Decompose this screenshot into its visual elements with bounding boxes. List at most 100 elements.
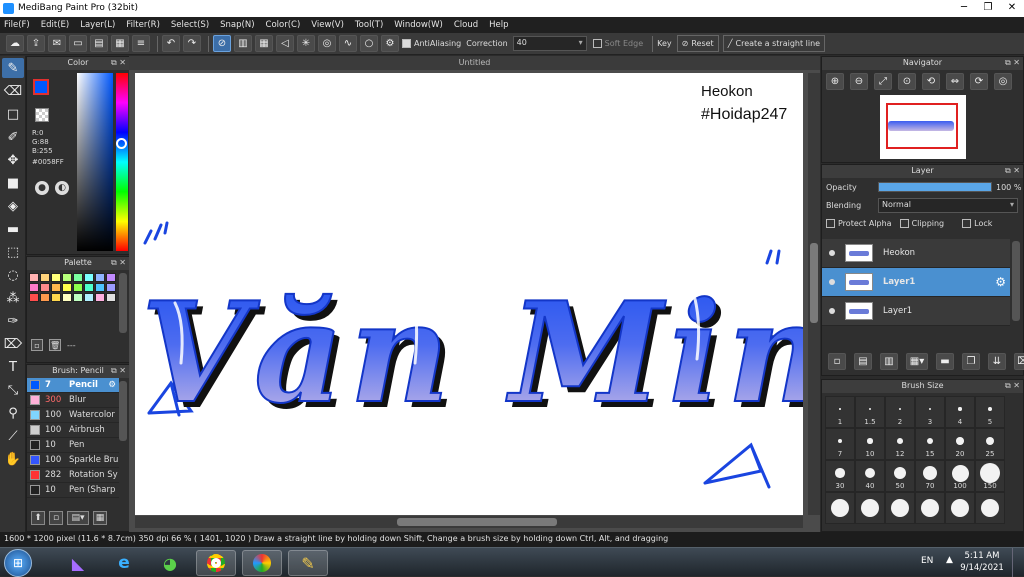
layer-item[interactable]: Heokon [822,239,1010,268]
palette-swatch[interactable] [95,273,105,282]
panel-close-icon[interactable]: ⧉ ✕ [1005,165,1020,177]
zoom-in-icon[interactable]: ⊕ [826,73,844,90]
visibility-eye-icon[interactable] [829,308,835,314]
bucket-tool-icon[interactable]: ◈ [2,196,24,216]
palette-swatch[interactable] [51,273,61,282]
new-palette-icon[interactable]: ▫ [31,339,43,351]
chrome-taskbar-icon[interactable] [196,550,236,576]
menu-color[interactable]: Color(C) [266,20,301,30]
canvas-tab[interactable]: Untitled [129,56,820,70]
brush-size-cell[interactable]: 10 [855,428,885,460]
reset-view-icon[interactable]: ◎ [994,73,1012,90]
hue-slider[interactable] [116,73,128,251]
palette-swatch[interactable] [29,293,39,302]
visibility-eye-icon[interactable] [829,250,835,256]
parallel-snap-icon[interactable]: ▥ [234,35,252,52]
palette-swatch[interactable] [106,283,116,292]
fill-rect-tool-icon[interactable]: ■ [2,173,24,193]
medibang-taskbar-icon[interactable] [242,550,282,576]
brush-size-cell[interactable]: 1 [825,396,855,428]
brush-size-cell[interactable]: 5 [975,396,1005,428]
actual-size-icon[interactable]: ⊙ [898,73,916,90]
brush-size-cell[interactable] [945,492,975,524]
select-rect-tool-icon[interactable]: ⬚ [2,242,24,262]
palette-swatch[interactable] [29,283,39,292]
clock-date[interactable]: 9/14/2021 [960,562,1004,574]
menu-tool[interactable]: Tool(T) [355,20,383,30]
menu-cloud[interactable]: Cloud [454,20,478,30]
list-icon[interactable]: ≡ [132,35,150,52]
brush-size-cell[interactable] [975,492,1005,524]
close-button[interactable]: ✕ [1000,0,1024,17]
brush-tool-icon[interactable]: ✎ [2,58,24,78]
brush-size-cell[interactable]: 15 [915,428,945,460]
hand-tool-icon[interactable]: ✋ [2,449,24,469]
canvas-paper[interactable]: Heokon #Hoidap247 Văn Minh lãy Văn Minh [135,73,803,515]
brush-item[interactable]: 100 Watercolor [27,408,119,423]
brush-item[interactable]: 7 Pencil ⚙ [27,378,119,393]
maximize-button[interactable]: ❐ [976,0,1000,17]
select-eraser-tool-icon[interactable]: ⌦ [2,334,24,354]
clock-time[interactable]: 5:11 AM [960,550,1004,562]
redo-icon[interactable]: ↷ [183,35,201,52]
rectangle-tool-icon[interactable]: □ [2,104,24,124]
layer-scrollbar[interactable] [1012,241,1020,321]
palette-swatch[interactable] [51,283,61,292]
cloud-icon[interactable]: ☁ [6,35,24,52]
brush-size-cell[interactable]: 30 [825,460,855,492]
layer-menu-icon[interactable]: ▦▾ [906,353,928,370]
palette-swatch[interactable] [29,273,39,282]
duplicate-layer-icon[interactable]: ❐ [962,353,980,370]
brush-size-cell[interactable]: 50 [885,460,915,492]
folder-icon[interactable]: ▬ [936,353,954,370]
menu-snap[interactable]: Snap(N) [220,20,254,30]
transparent-color-swatch[interactable] [35,108,49,122]
menu-view[interactable]: View(V) [311,20,344,30]
snap-off-icon[interactable]: ⊘ [213,35,231,52]
brush-menu-icon[interactable]: ▤▾ [67,511,89,525]
gradient-tool-icon[interactable]: ▬ [2,219,24,239]
saturation-value-picker[interactable] [77,73,113,251]
menu-filter[interactable]: Filter(R) [126,20,160,30]
palette-swatch[interactable] [40,293,50,302]
rotate-left-icon[interactable]: ⟲ [922,73,940,90]
palette-swatch[interactable] [73,273,83,282]
minimize-button[interactable]: ─ [952,0,976,17]
palette-scrollbar[interactable] [119,273,127,333]
lasso-tool-icon[interactable]: ◌ [2,265,24,285]
internet-explorer-taskbar-icon[interactable]: e [104,550,144,576]
hue-handle[interactable] [116,138,127,149]
menu-file[interactable]: File(F) [4,20,30,30]
operation-tool-icon[interactable]: ⤡ [2,380,24,400]
brush-size-cell[interactable]: 4 [945,396,975,428]
navigator-thumbnail[interactable] [880,95,966,159]
foreground-color-swatch[interactable] [33,79,49,95]
layer-item[interactable]: Layer1 ⚙ [822,268,1010,297]
paint-taskbar-icon[interactable]: ✎ [288,550,328,576]
merge-down-icon[interactable]: ⇊ [988,353,1006,370]
eyedropper-tool-icon[interactable]: ⚲ [2,403,24,423]
start-button[interactable]: ⊞ [4,549,32,577]
palette-swatch[interactable] [40,273,50,282]
palette-swatch[interactable] [84,293,94,302]
scroll-thumb[interactable] [810,243,818,323]
palette-swatch[interactable] [62,293,72,302]
brush-size-cell[interactable]: 150 [975,460,1005,492]
rotate-right-icon[interactable]: ⟳ [970,73,988,90]
comment-icon[interactable]: ✉ [48,35,66,52]
text-tool-icon[interactable]: T [2,357,24,377]
share-icon[interactable]: ⇪ [27,35,45,52]
brush-item[interactable]: 300 Blur [27,393,119,408]
palette-swatch[interactable] [62,273,72,282]
snap-settings-icon[interactable]: ⚙ [381,35,399,52]
brush-scrollbar[interactable] [119,381,127,441]
menu-layer[interactable]: Layer(L) [80,20,115,30]
palette-icon[interactable]: ● [35,181,49,195]
menu-edit[interactable]: Edit(E) [41,20,69,30]
straight-line-button[interactable]: ╱ Create a straight line [722,35,826,52]
panel-close-icon[interactable]: ⧉ ✕ [1005,380,1020,392]
panel-close-icon[interactable]: ⧉ ✕ [111,257,126,269]
divide-tool-icon[interactable]: ⟋ [2,426,24,446]
soft-edge-checkbox[interactable] [592,39,602,48]
coccoc-taskbar-icon[interactable]: ◕ [150,550,190,576]
